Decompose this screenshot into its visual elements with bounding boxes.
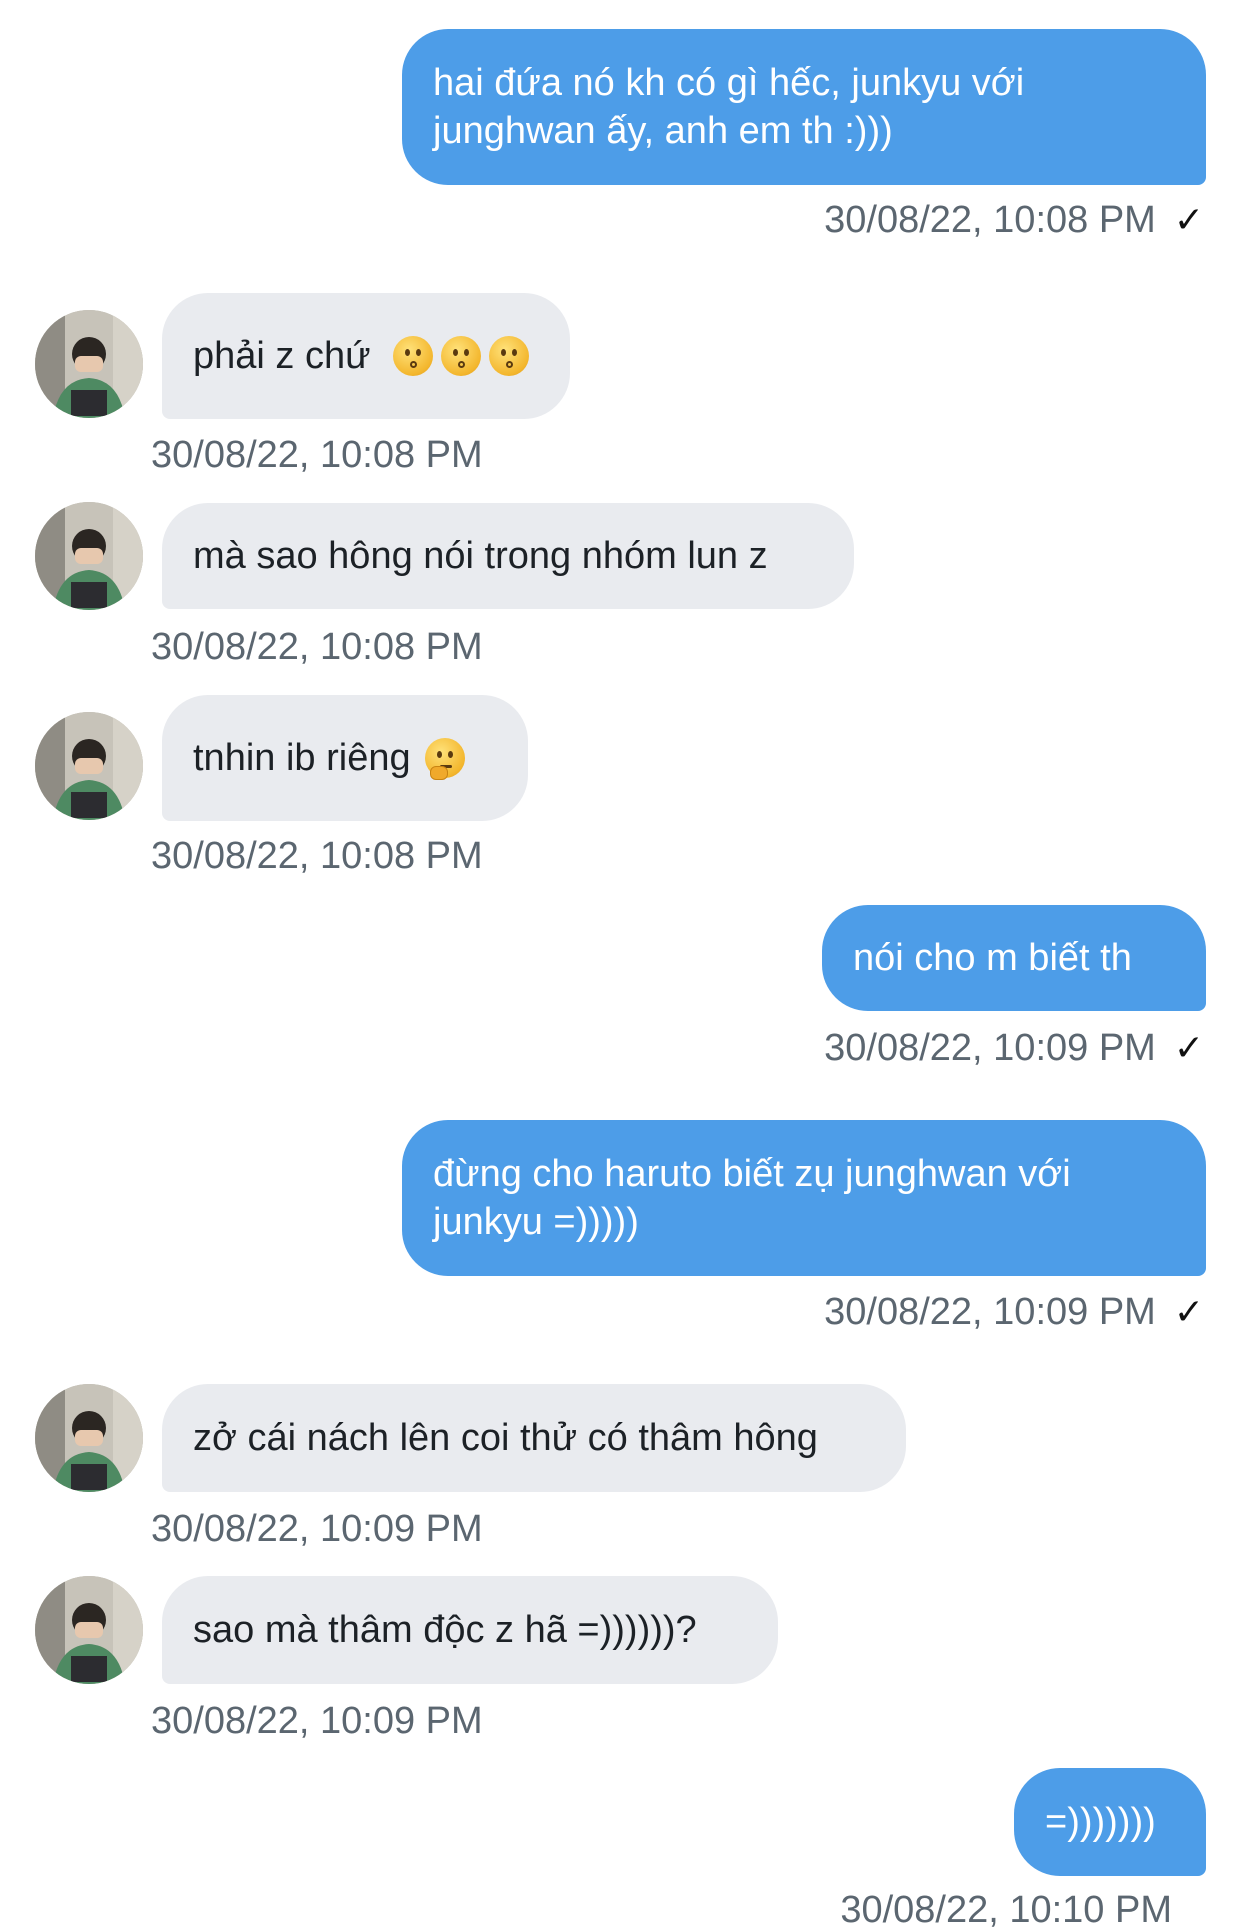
avatar[interactable] <box>35 310 143 418</box>
message-text: zở cái nách lên coi thử có thâm hông <box>193 1417 818 1459</box>
read-check-icon: ✓ <box>1173 199 1204 240</box>
profile-photo-icon <box>35 712 143 820</box>
avatar[interactable] <box>35 1576 143 1684</box>
outgoing-message[interactable]: =))))))) <box>1014 1768 1206 1876</box>
message-timestamp: 30/08/22, 10:08 PM <box>151 834 483 878</box>
avatar[interactable] <box>35 1384 143 1492</box>
message-text: mà sao hông nói trong nhóm lun z <box>193 535 768 577</box>
kissing-face-icon <box>440 336 481 376</box>
thinking-face-icon <box>424 738 465 780</box>
message-timestamp: 30/08/22, 10:09 PM <box>151 1507 483 1551</box>
incoming-message[interactable]: tnhin ib riêng <box>162 695 528 821</box>
message-text: nói cho m biết th <box>853 937 1132 979</box>
message-text: sao mà thâm độc z hã =))))))? <box>193 1609 697 1651</box>
incoming-message[interactable]: sao mà thâm độc z hã =))))))? <box>162 1576 778 1684</box>
profile-photo-icon <box>35 1384 143 1492</box>
message-text: hai đứa nó kh có gì hếc, junkyu với jung… <box>433 62 1025 152</box>
message-timestamp: 30/08/22, 10:10 PM <box>840 1888 1172 1932</box>
avatar[interactable] <box>35 502 143 610</box>
read-check-icon: ✓ <box>1173 1291 1204 1332</box>
message-text: tnhin ib riêng <box>193 737 411 779</box>
message-timestamp: 30/08/22, 10:08 PM <box>151 433 483 477</box>
message-timestamp: 30/08/22, 10:08 PM ✓ <box>824 198 1204 242</box>
message-text: =))))))) <box>1045 1801 1156 1843</box>
timestamp-text: 30/08/22, 10:09 PM <box>151 1508 483 1550</box>
incoming-message[interactable]: zở cái nách lên coi thử có thâm hông <box>162 1384 906 1492</box>
message-timestamp: 30/08/22, 10:08 PM <box>151 625 483 669</box>
timestamp-text: 30/08/22, 10:08 PM <box>151 434 483 476</box>
timestamp-text: 30/08/22, 10:09 PM <box>824 1027 1156 1069</box>
outgoing-message[interactable]: đừng cho haruto biết zụ junghwan với jun… <box>402 1120 1206 1276</box>
timestamp-text: 30/08/22, 10:08 PM <box>824 199 1156 241</box>
incoming-message[interactable]: mà sao hông nói trong nhóm lun z <box>162 503 854 609</box>
outgoing-message[interactable]: hai đứa nó kh có gì hếc, junkyu với jung… <box>402 29 1206 185</box>
message-text: phải z chứ <box>193 335 371 377</box>
incoming-message[interactable]: phải z chứ <box>162 293 570 419</box>
conversation-thread: hai đứa nó kh có gì hếc, junkyu với jung… <box>0 0 1242 1931</box>
profile-photo-icon <box>35 1576 143 1684</box>
message-text: đừng cho haruto biết zụ junghwan với jun… <box>433 1153 1071 1243</box>
outgoing-message[interactable]: nói cho m biết th <box>822 905 1206 1011</box>
kissing-face-icon <box>488 336 529 376</box>
timestamp-text: 30/08/22, 10:09 PM <box>151 1700 483 1742</box>
profile-photo-icon <box>35 310 143 418</box>
timestamp-text: 30/08/22, 10:08 PM <box>151 835 483 877</box>
message-timestamp: 30/08/22, 10:09 PM <box>151 1699 483 1743</box>
message-timestamp: 30/08/22, 10:09 PM ✓ <box>824 1026 1204 1070</box>
timestamp-text: 30/08/22, 10:10 PM <box>840 1889 1172 1931</box>
read-check-icon: ✓ <box>1173 1027 1204 1068</box>
kissing-face-icon <box>392 336 433 376</box>
timestamp-text: 30/08/22, 10:08 PM <box>151 626 483 668</box>
profile-photo-icon <box>35 502 143 610</box>
timestamp-text: 30/08/22, 10:09 PM <box>824 1291 1156 1333</box>
message-timestamp: 30/08/22, 10:09 PM ✓ <box>824 1290 1204 1334</box>
avatar[interactable] <box>35 712 143 820</box>
